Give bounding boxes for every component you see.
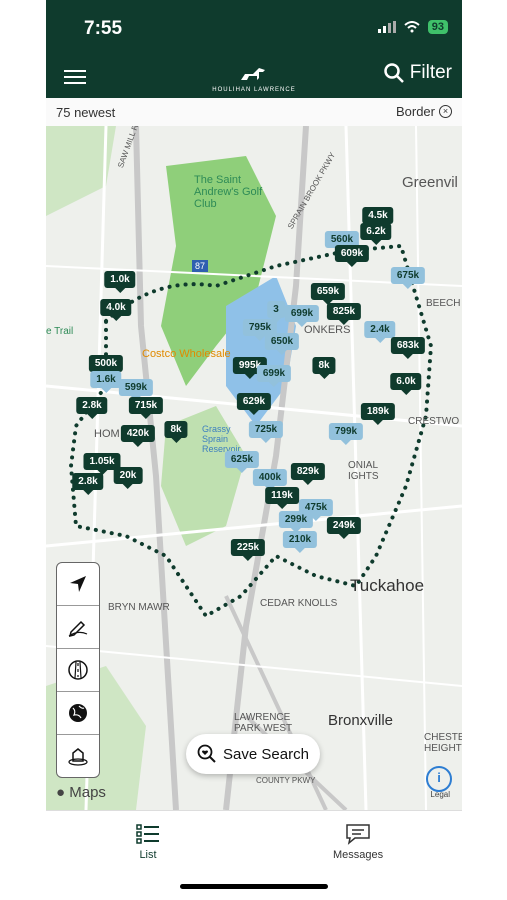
listing-pin[interactable]: 299k [278, 511, 314, 533]
filter-label: Filter [409, 62, 452, 83]
highway-shield: 87 [192, 260, 209, 272]
maps-label: Maps [69, 784, 106, 801]
listing-pin[interactable]: 189k [360, 403, 396, 425]
listing-pin[interactable]: 725k [248, 421, 284, 443]
listing-pin[interactable]: 699k [284, 305, 320, 327]
location-arrow-icon[interactable] [57, 563, 99, 606]
listing-pin[interactable]: 420k [120, 425, 156, 447]
listing-pin[interactable]: 829k [290, 463, 326, 485]
map-label: CRESTWO [408, 416, 460, 427]
map-label: Greenvil [402, 174, 458, 191]
listing-pin[interactable]: 119k [265, 487, 299, 509]
nav-messages-label: Messages [333, 849, 384, 861]
map-label: COUNTY PKWY [256, 776, 316, 785]
top-bar: 7:55 93 HOULIHAN LAWRENCE Filter [46, 0, 462, 98]
signal-icon [377, 21, 396, 33]
map-label: HOM [94, 428, 120, 440]
map-label: CEDAR KNOLLS [260, 598, 338, 609]
listing-pin[interactable]: 8k [312, 357, 336, 379]
listing-pin[interactable]: 675k [390, 267, 426, 289]
map-label: ONIAL IGHTS [348, 460, 379, 482]
search-icon [384, 63, 404, 83]
listing-pin[interactable]: 715k [128, 397, 164, 419]
results-bar: 75 newest Border × [46, 98, 462, 127]
listing-pin[interactable]: 6.2k [360, 223, 392, 245]
status-time: 7:55 [84, 18, 123, 39]
map-label: CHESTE HEIGHT [424, 732, 462, 754]
map-label: LAWRENCE PARK WEST [234, 712, 293, 734]
listing-pin[interactable]: 2.8k [76, 397, 108, 419]
listing-pin[interactable]: 659k [310, 283, 346, 305]
results-count: 75 newest [56, 105, 116, 120]
listing-pin[interactable]: 825k [326, 303, 362, 325]
listing-pin[interactable]: 8k [164, 421, 188, 443]
listing-pin[interactable]: 699k [256, 365, 292, 387]
map-label: BEECH [426, 298, 461, 309]
map-label: Tuckahoe [350, 576, 425, 595]
logo-text: HOULIHAN LAWRENCE [212, 87, 296, 93]
info-icon[interactable]: i [426, 766, 452, 792]
listing-pin[interactable]: 500k [88, 355, 124, 377]
satellite-globe-icon[interactable] [57, 692, 99, 735]
app-frame: 7:55 93 HOULIHAN LAWRENCE Filter 75 newe… [46, 0, 462, 900]
listing-pin[interactable]: 2.4k [364, 321, 396, 343]
messages-icon [346, 824, 370, 845]
save-search-label: Save Search [223, 745, 309, 763]
listing-pin[interactable]: 210k [282, 531, 318, 553]
heart-search-icon [197, 744, 216, 763]
home-indicator [180, 884, 328, 889]
nav-list[interactable]: List [136, 823, 160, 861]
nav-list-label: List [139, 849, 157, 861]
listing-pin[interactable]: 4.5k [362, 207, 394, 229]
battery-indicator: 93 [427, 20, 448, 34]
menu-icon[interactable] [64, 66, 86, 88]
filter-button[interactable]: Filter [384, 62, 452, 84]
legal-link[interactable]: Legal [430, 790, 450, 799]
map-label: Bronxville [328, 712, 394, 729]
listing-pin[interactable]: 3 [267, 301, 285, 323]
horse-logo-icon [241, 68, 265, 80]
listing-pin[interactable]: 625k [224, 451, 260, 473]
listing-pin[interactable]: 609k [334, 245, 370, 267]
listing-pin[interactable]: 629k [236, 393, 272, 415]
listing-pin[interactable]: 650k [264, 333, 300, 355]
map-tools [56, 562, 100, 778]
listing-pin[interactable]: 1.6k [90, 371, 122, 393]
listing-pin[interactable]: 2.8k [72, 473, 104, 495]
draw-pencil-icon[interactable] [57, 606, 99, 649]
brand-logo: HOULIHAN LAWRENCE [206, 66, 302, 93]
road-map-icon[interactable] [57, 649, 99, 692]
apple-maps-attribution: ● Maps [56, 784, 106, 801]
map-label: Costco Wholesale [142, 348, 231, 360]
list-icon [136, 824, 159, 844]
x-circle-icon[interactable]: × [439, 105, 452, 118]
map-label: The Saint Andrew's Golf Club [194, 174, 263, 210]
border-label: Border [395, 104, 435, 119]
map-label: e Trail [46, 326, 74, 337]
map-label: ONKERS [304, 324, 351, 336]
listing-pin[interactable]: 4.0k [100, 299, 132, 321]
listing-pin[interactable]: 799k [328, 423, 364, 445]
map-view[interactable]: Greenvil The Saint Andrew's Golf Club BE… [46, 126, 462, 810]
apple-logo-icon: ● [56, 784, 66, 801]
border-toggle[interactable]: Border × [396, 104, 452, 119]
listing-pin[interactable]: 599k [118, 379, 154, 401]
nav-messages[interactable]: Messages [333, 823, 383, 861]
3d-building-icon[interactable] [57, 735, 99, 777]
listing-pin[interactable]: 6.0k [390, 373, 422, 395]
status-icons: 93 [377, 20, 448, 34]
listing-pin[interactable]: 249k [326, 517, 362, 539]
map-label: BRYN MAWR [108, 602, 170, 613]
listing-pin[interactable]: 683k [390, 337, 426, 359]
listing-pin[interactable]: 1.0k [104, 271, 136, 293]
listing-pin[interactable]: 20k [113, 467, 143, 489]
listing-pin[interactable]: 225k [230, 539, 266, 561]
save-search-button[interactable]: Save Search [186, 734, 320, 774]
map-label: Grassy Sprain Reservoir [202, 424, 241, 454]
road [415, 126, 427, 810]
listing-pin[interactable]: 400k [252, 469, 288, 491]
wifi-icon [404, 21, 420, 33]
